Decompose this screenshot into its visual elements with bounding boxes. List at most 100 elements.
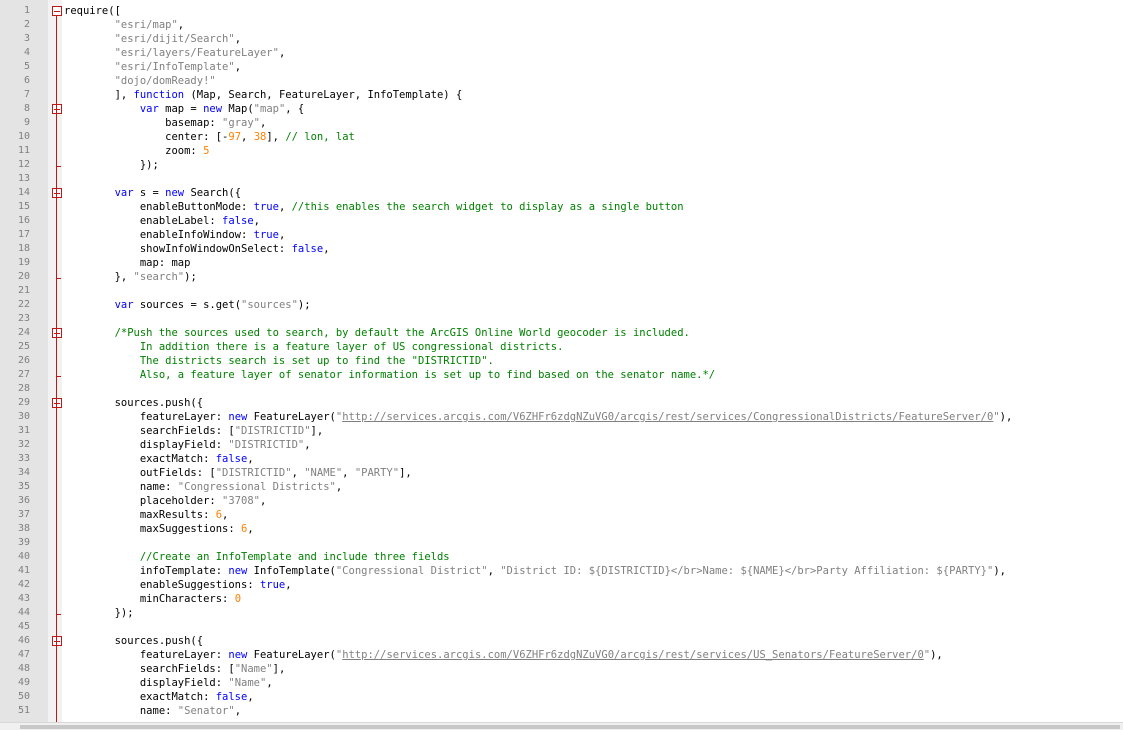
line-number: 15 bbox=[17, 201, 30, 212]
code-line[interactable]: 25 In addition there is a feature layer … bbox=[0, 340, 1123, 354]
fold-collapse-icon[interactable] bbox=[52, 104, 62, 114]
fold-collapse-icon[interactable] bbox=[52, 188, 62, 198]
code-line[interactable]: 30 featureLayer: new FeatureLayer("http:… bbox=[0, 410, 1123, 424]
code-editor[interactable]: 1 require([2 "esri/map", 3 "esri/dijit/Sea… bbox=[0, 0, 1123, 722]
code-token: require([ bbox=[64, 5, 121, 17]
code-line[interactable]: 4 "esri/layers/FeatureLayer", bbox=[0, 46, 1123, 60]
code-line[interactable]: 7 ], function (Map, Search, FeatureLayer… bbox=[0, 88, 1123, 102]
code-text: searchFields: ["DISTRICTID"], bbox=[64, 424, 323, 438]
code-token: , bbox=[247, 691, 254, 703]
code-line[interactable]: 28 bbox=[0, 382, 1123, 396]
code-line[interactable]: 37 maxResults: 6, bbox=[0, 508, 1123, 522]
code-line[interactable]: 12 }); bbox=[0, 158, 1123, 172]
code-token: maxSuggestions: bbox=[64, 523, 242, 535]
code-token: new bbox=[203, 103, 223, 115]
code-token: In addition there is a feature layer of … bbox=[64, 341, 564, 353]
code-line[interactable]: 14 var s = new Search({ bbox=[0, 186, 1123, 200]
code-line[interactable]: 16 enableLabel: false, bbox=[0, 214, 1123, 228]
code-line[interactable]: 29 sources.push({ bbox=[0, 396, 1123, 410]
code-line[interactable]: 40 //Create an InfoTemplate and include … bbox=[0, 550, 1123, 564]
code-token: , bbox=[278, 47, 286, 59]
code-line[interactable]: 21 bbox=[0, 284, 1123, 298]
code-token: "dojo/domReady!" bbox=[114, 75, 216, 87]
code-token: true bbox=[253, 201, 279, 213]
code-text: featureLayer: new FeatureLayer("http://s… bbox=[64, 410, 1012, 424]
code-token: map = bbox=[158, 103, 204, 115]
code-line[interactable]: 42 enableSuggestions: true, bbox=[0, 578, 1123, 592]
code-line[interactable]: 6 "dojo/domReady!" bbox=[0, 74, 1123, 88]
code-line[interactable]: 20 }, "search"); bbox=[0, 270, 1123, 284]
code-line[interactable]: 33 exactMatch: false, bbox=[0, 452, 1123, 466]
fold-collapse-icon[interactable] bbox=[52, 636, 62, 646]
code-line[interactable]: 41 infoTemplate: new InfoTemplate("Congr… bbox=[0, 564, 1123, 578]
code-line[interactable]: 27 Also, a feature layer of senator info… bbox=[0, 368, 1123, 382]
code-text: enableInfoWindow: true, bbox=[64, 228, 285, 242]
code-token: false bbox=[215, 691, 248, 703]
code-line[interactable]: 50 exactMatch: false, bbox=[0, 690, 1123, 704]
code-line[interactable]: 46 sources.push({ bbox=[0, 634, 1123, 648]
code-token: //Create an InfoTemplate and include thr… bbox=[139, 551, 450, 563]
code-text: enableButtonMode: true, //this enables t… bbox=[64, 200, 684, 214]
code-text: featureLayer: new FeatureLayer("http://s… bbox=[64, 648, 943, 662]
code-line[interactable]: 38 maxSuggestions: 6, bbox=[0, 522, 1123, 536]
line-number: 49 bbox=[17, 677, 30, 688]
scrollbar-thumb[interactable] bbox=[20, 725, 1120, 729]
line-number: 25 bbox=[17, 341, 30, 352]
code-line[interactable]: 36 placeholder: "3708", bbox=[0, 494, 1123, 508]
code-line[interactable]: 15 enableButtonMode: true, //this enable… bbox=[0, 200, 1123, 214]
code-line[interactable]: 13 bbox=[0, 172, 1123, 186]
code-token: , bbox=[304, 439, 311, 451]
line-number: 39 bbox=[17, 537, 30, 548]
code-text: exactMatch: false, bbox=[64, 452, 254, 466]
code-line[interactable]: 48 searchFields: ["Name"], bbox=[0, 662, 1123, 676]
code-line[interactable]: 10 center: [-97, 38], // lon, lat bbox=[0, 130, 1123, 144]
code-token: exactMatch: bbox=[64, 691, 216, 703]
code-token: enableInfoWindow: bbox=[64, 229, 254, 241]
code-line[interactable]: 19 map: map bbox=[0, 256, 1123, 270]
code-line[interactable]: 23 bbox=[0, 312, 1123, 326]
fold-collapse-icon[interactable] bbox=[52, 398, 62, 408]
code-token: false bbox=[291, 243, 324, 255]
code-line[interactable]: 18 showInfoWindowOnSelect: false, bbox=[0, 242, 1123, 256]
code-line[interactable]: 11 zoom: 5 bbox=[0, 144, 1123, 158]
code-token: false bbox=[222, 215, 254, 227]
line-number: 10 bbox=[17, 131, 30, 142]
code-text: displayField: "Name", bbox=[64, 676, 273, 690]
code-token: (Map, Search, FeatureLayer, InfoTemplate… bbox=[184, 89, 463, 101]
code-line[interactable]: 9 basemap: "gray", bbox=[0, 116, 1123, 130]
fold-collapse-icon[interactable] bbox=[52, 6, 62, 16]
code-token: infoTemplate: bbox=[64, 565, 229, 577]
code-token: ], bbox=[399, 467, 412, 479]
code-line[interactable]: 32 displayField: "DISTRICTID", bbox=[0, 438, 1123, 452]
line-number: 34 bbox=[17, 467, 30, 478]
code-line[interactable]: 17 enableInfoWindow: true, bbox=[0, 228, 1123, 242]
fold-collapse-icon[interactable] bbox=[52, 328, 62, 338]
line-number: 8 bbox=[23, 103, 30, 114]
line-number: 9 bbox=[23, 117, 30, 128]
code-token: maxResults: bbox=[64, 509, 216, 521]
code-line[interactable]: 8 var map = new Map("map", { bbox=[0, 102, 1123, 116]
code-line[interactable]: 22 var sources = s.get("sources"); bbox=[0, 298, 1123, 312]
code-line[interactable]: 24 /*Push the sources used to search, by… bbox=[0, 326, 1123, 340]
code-line[interactable]: 51 name: "Senator", bbox=[0, 704, 1123, 718]
code-line[interactable]: 3 "esri/dijit/Search", bbox=[0, 32, 1123, 46]
code-text: outFields: ["DISTRICTID", "NAME", "PARTY… bbox=[64, 466, 412, 480]
code-line[interactable]: 43 minCharacters: 0 bbox=[0, 592, 1123, 606]
code-line[interactable]: 5 "esri/InfoTemplate", bbox=[0, 60, 1123, 74]
code-line[interactable]: 47 featureLayer: new FeatureLayer("http:… bbox=[0, 648, 1123, 662]
code-line[interactable]: 45 bbox=[0, 620, 1123, 634]
code-line[interactable]: 1 require([ bbox=[0, 4, 1123, 18]
code-text: maxSuggestions: 6, bbox=[64, 522, 254, 536]
code-line[interactable]: 44 }); bbox=[0, 606, 1123, 620]
code-token: FeatureLayer( bbox=[247, 649, 336, 661]
code-line[interactable]: 39 bbox=[0, 536, 1123, 550]
code-line[interactable]: 49 displayField: "Name", bbox=[0, 676, 1123, 690]
code-token: function bbox=[133, 89, 185, 101]
code-line[interactable]: 34 outFields: ["DISTRICTID", "NAME", "PA… bbox=[0, 466, 1123, 480]
code-line[interactable]: 2 "esri/map", bbox=[0, 18, 1123, 32]
code-line[interactable]: 26 The districts search is set up to fin… bbox=[0, 354, 1123, 368]
line-number: 40 bbox=[17, 551, 30, 562]
code-line[interactable]: 31 searchFields: ["DISTRICTID"], bbox=[0, 424, 1123, 438]
code-token: ), bbox=[999, 411, 1013, 423]
code-line[interactable]: 35 name: "Congressional Districts", bbox=[0, 480, 1123, 494]
